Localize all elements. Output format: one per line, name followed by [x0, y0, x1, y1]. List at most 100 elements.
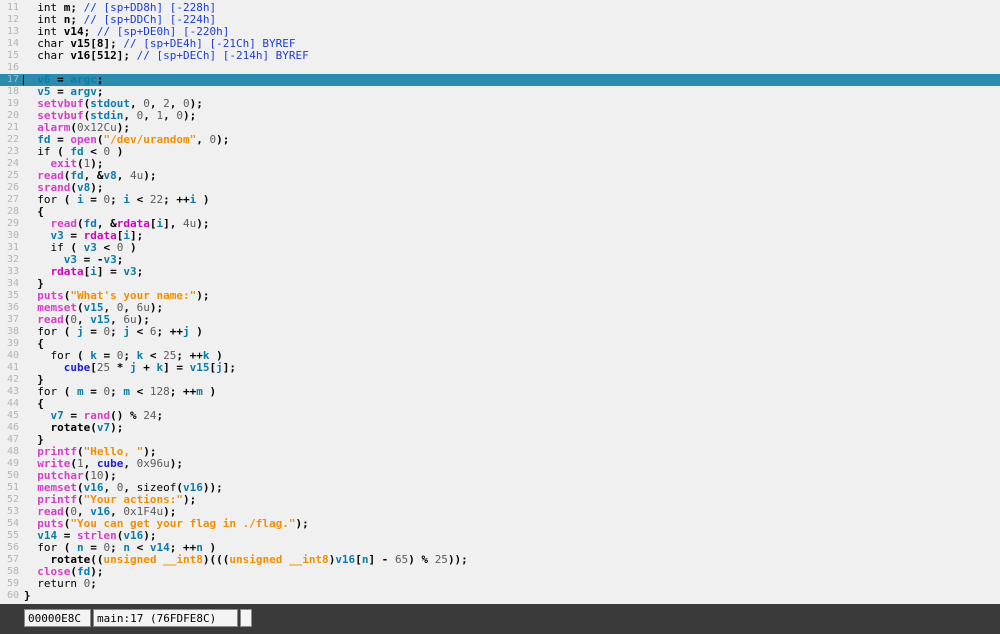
code-token[interactable]: v3	[123, 265, 136, 278]
code-line[interactable]: 17 v6 = argc;	[0, 74, 1000, 86]
line-number: 32	[6, 254, 19, 265]
code-line[interactable]: 36 memset(v15, 0, 6u);	[0, 302, 1000, 314]
code-token[interactable]: i	[123, 193, 130, 206]
line-number: 58	[6, 566, 19, 577]
code-token: *	[110, 361, 130, 374]
code-line[interactable]: 32 v3 = -v3;	[0, 254, 1000, 266]
code-token[interactable]: m	[123, 385, 130, 398]
line-number: 30	[6, 230, 19, 241]
code-line[interactable]: 45 v7 = rand() % 24;	[0, 410, 1000, 422]
code-line[interactable]: 16	[0, 62, 1000, 74]
code-token: <	[130, 385, 150, 398]
code-token: ;	[110, 193, 124, 206]
code-line[interactable]: 33 rdata[i] = v3;	[0, 266, 1000, 278]
code-token[interactable]: j	[216, 361, 223, 374]
code-token[interactable]: v15	[190, 361, 210, 374]
line-number: 15	[6, 50, 19, 61]
code-line[interactable]: 22 fd = open("/dev/urandom", 0);	[0, 134, 1000, 146]
code-text[interactable]: for ( m = 0; m < 128; ++m )	[24, 386, 216, 398]
code-token: );	[216, 133, 230, 146]
line-number: 26	[6, 182, 19, 193]
code-token[interactable]: rdata	[51, 265, 84, 278]
function-location-display: main:17 (76FDFE8C)	[93, 609, 238, 627]
code-line[interactable]: 25 read(fd, &v8, 4u);	[0, 170, 1000, 182]
code-token: 25	[434, 553, 448, 566]
code-token[interactable]: i	[77, 193, 84, 206]
code-token: (	[57, 193, 77, 206]
line-number: 17	[6, 74, 19, 85]
code-token: (	[90, 421, 97, 434]
code-text[interactable]: char v16[512]; // [sp+DECh] [-214h] BYRE…	[24, 50, 309, 62]
code-line[interactable]: 20 setvbuf(stdin, 0, 1, 0);	[0, 110, 1000, 122]
line-number: 18	[6, 86, 19, 97]
code-token: rotate	[50, 421, 91, 434]
code-line[interactable]: 60}	[0, 590, 1000, 602]
line-number: 29	[6, 218, 19, 229]
code-token: =	[83, 385, 104, 398]
code-token: [	[149, 217, 157, 230]
code-token: )	[202, 385, 217, 398]
code-token[interactable]: v7	[97, 421, 110, 434]
code-token: 128	[149, 385, 170, 398]
code-token[interactable]: m	[77, 385, 84, 398]
code-line[interactable]: 46 rotate(v7);	[0, 422, 1000, 434]
code-token: );	[143, 169, 157, 182]
code-token: }	[24, 589, 31, 602]
code-token: v16[512];	[70, 49, 137, 62]
code-line[interactable]: 27 for ( i = 0; i < 22; ++i )	[0, 194, 1000, 206]
line-number: 43	[6, 386, 19, 397]
code-line[interactable]: 43 for ( m = 0; m < 128; ++m )	[0, 386, 1000, 398]
code-text[interactable]: return 0;	[24, 578, 97, 590]
code-line[interactable]: 58 close(fd);	[0, 566, 1000, 578]
code-token: unsigned __int8	[229, 553, 329, 566]
code-token[interactable]: j	[130, 361, 137, 374]
code-token: );	[196, 217, 210, 230]
code-token: )	[123, 241, 137, 254]
code-line[interactable]: 23 if ( fd < 0 )	[0, 146, 1000, 158]
code-text[interactable]: for ( i = 0; i < 22; ++i )	[24, 193, 209, 206]
code-token: <	[130, 193, 150, 206]
code-token: ; ++	[156, 325, 184, 338]
code-token[interactable]: v16	[335, 553, 355, 566]
code-token: // [sp+DECh] [-214h] BYREF	[136, 49, 309, 62]
code-text[interactable]: }	[24, 590, 31, 602]
code-line[interactable]: 49 write(1, cube, 0x96u);	[0, 458, 1000, 470]
code-token: ;	[110, 325, 124, 338]
line-number: 23	[6, 146, 19, 157]
code-line[interactable]: 57 rotate((unsigned __int8)(((unsigned _…	[0, 554, 1000, 566]
line-number: 38	[6, 326, 19, 337]
code-token[interactable]: v8	[104, 169, 117, 182]
line-number: 19	[6, 98, 19, 109]
line-number: 44	[6, 398, 19, 409]
code-token[interactable]: j	[183, 325, 190, 338]
line-number: 50	[6, 470, 19, 481]
code-token[interactable]: cube	[64, 361, 91, 374]
code-token: (	[57, 325, 77, 338]
code-token: [	[90, 361, 97, 374]
code-line[interactable]: 38 for ( j = 0; j < 6; ++j )	[0, 326, 1000, 338]
code-line[interactable]: 30 v3 = rdata[i];	[0, 230, 1000, 242]
code-token[interactable]: m	[196, 385, 203, 398]
code-line[interactable]: 31 if ( v3 < 0 )	[0, 242, 1000, 254]
code-line[interactable]: 15 char v16[512]; // [sp+DECh] [-214h] B…	[0, 50, 1000, 62]
code-token[interactable]: j	[77, 325, 84, 338]
pseudocode-editor[interactable]: 11 int m; // [sp+DD8h] [-228h] 12 int n; …	[0, 0, 1000, 604]
line-number: 60	[6, 590, 19, 601]
code-token: ,	[116, 169, 130, 182]
code-line[interactable]: 29 read(fd, &rdata[i], 4u);	[0, 218, 1000, 230]
code-text[interactable]: cube[25 * j + k] = v15[j];	[24, 362, 236, 374]
code-token[interactable]: i	[90, 265, 97, 278]
status-bar: 00000E8C main:17 (76FDFE8C)	[0, 604, 1000, 634]
status-extra-field	[240, 609, 252, 627]
code-line[interactable]: 59 return 0;	[0, 578, 1000, 590]
code-token[interactable]: j	[123, 325, 130, 338]
code-token: );	[182, 493, 197, 506]
code-line[interactable]: 41 cube[25 * j + k] = v15[j];	[0, 362, 1000, 374]
code-text[interactable]: for ( j = 0; j < 6; ++j )	[24, 326, 203, 338]
code-token: =	[83, 325, 104, 338]
code-token: )	[110, 145, 124, 158]
code-token: [	[355, 553, 362, 566]
code-token: );	[196, 289, 210, 302]
line-number: 42	[6, 374, 19, 385]
code-token: 65	[394, 553, 409, 566]
